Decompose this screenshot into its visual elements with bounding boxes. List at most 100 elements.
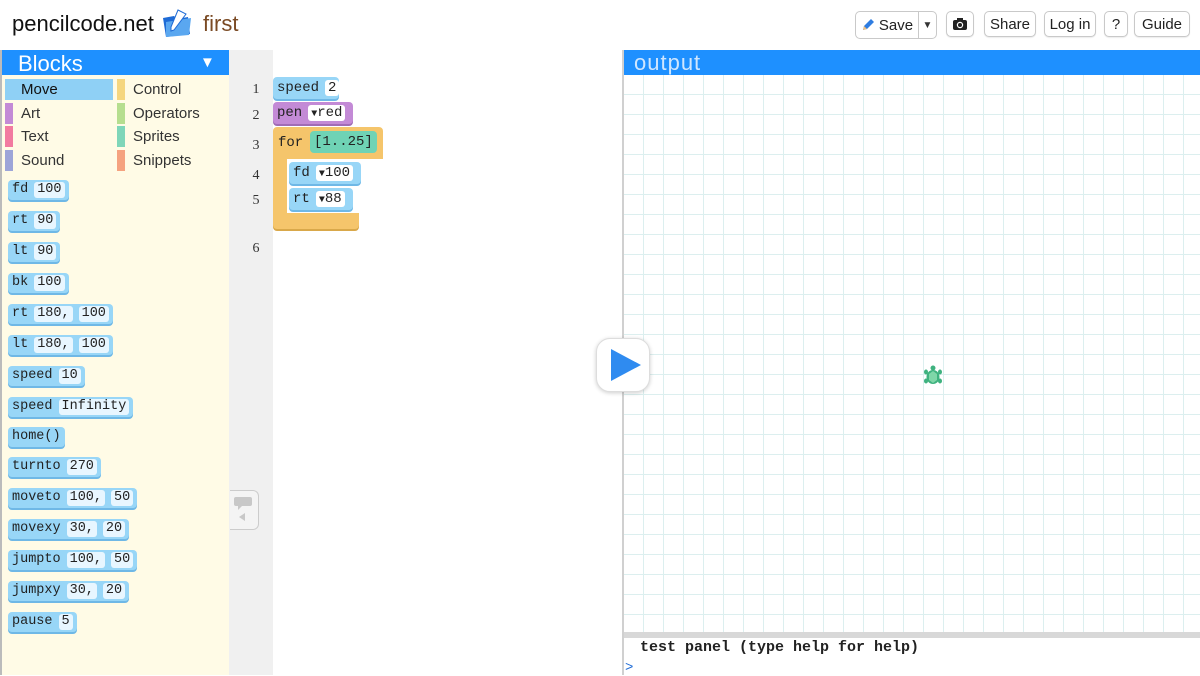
palette-block-moveto[interactable]: moveto 100, 50: [8, 488, 138, 508]
block-command: jumpxy: [12, 583, 61, 598]
palette-block-lt[interactable]: lt 90: [8, 242, 61, 262]
category-operators[interactable]: Operators: [117, 103, 225, 124]
block-command: rt: [12, 213, 29, 228]
range-block[interactable]: [1..25]: [310, 131, 377, 153]
block-command: speed: [12, 399, 53, 414]
block-command: for: [278, 135, 304, 151]
number-dropdown[interactable]: ▼88: [315, 191, 345, 207]
chat-bubble-icon: [234, 497, 252, 521]
block-arg: 270: [66, 459, 97, 475]
site-name[interactable]: pencilcode.net: [12, 11, 154, 37]
folder-icon[interactable]: [160, 8, 194, 40]
block-arg: Infinity: [58, 399, 130, 415]
block-command: home(): [12, 429, 61, 444]
login-button[interactable]: Log in: [1044, 11, 1096, 37]
test-panel-label: test panel (type help for help): [640, 639, 920, 656]
guide-button[interactable]: Guide: [1134, 11, 1190, 37]
block-command: lt: [12, 337, 29, 352]
block-command: speed: [277, 80, 320, 96]
block-arg: 100: [78, 306, 109, 322]
save-button[interactable]: Save: [856, 12, 919, 38]
top-bar: pencilcode.net first Save ▼ Share Log in…: [0, 0, 1200, 50]
category-sprites[interactable]: Sprites: [117, 126, 225, 147]
block-command: movexy: [12, 521, 61, 536]
palette-header[interactable]: Blocks ▼: [2, 50, 231, 76]
category-art[interactable]: Art: [5, 103, 113, 124]
line-number: 4: [252, 168, 260, 183]
block-arg: 50: [111, 552, 134, 568]
palette-block-movexy[interactable]: movexy 30, 20: [8, 519, 130, 539]
number-value: 100: [324, 165, 351, 181]
block-command: fd: [12, 182, 29, 197]
run-button[interactable]: [596, 338, 650, 392]
block-command: moveto: [12, 490, 61, 505]
block-command: jumpto: [12, 552, 61, 567]
camera-icon: [953, 18, 967, 30]
file-name[interactable]: first: [203, 11, 238, 37]
category-snippets[interactable]: Snippets: [117, 150, 225, 171]
block-arg: 20: [102, 521, 126, 537]
palette-block-rt[interactable]: rt 90: [8, 211, 61, 231]
block-command: rt: [12, 306, 29, 321]
category-control[interactable]: Control: [117, 79, 225, 100]
palette-block-jumpxy[interactable]: jumpxy 30, 20: [8, 581, 130, 601]
line-number: 3: [252, 138, 260, 153]
line-number: 5: [252, 193, 260, 208]
block-arg: 100,: [66, 552, 106, 568]
block-command: rt: [293, 191, 310, 207]
screenshot-button[interactable]: [946, 11, 974, 37]
block-command: lt: [12, 244, 29, 259]
block-arg: 5: [58, 614, 73, 630]
block-command: speed: [12, 368, 53, 383]
code-block-fd[interactable]: fd ▼100: [289, 162, 361, 184]
share-button[interactable]: Share: [984, 11, 1036, 37]
console-prompt[interactable]: >: [625, 660, 633, 676]
play-icon: [611, 349, 641, 381]
output-title: output: [634, 50, 702, 75]
block-command: turnto: [12, 459, 61, 474]
block-command: bk: [12, 275, 29, 290]
palette-block-jumpto[interactable]: jumpto 100, 50: [8, 550, 138, 570]
block-arg: 50: [111, 490, 134, 506]
palette-block-bk[interactable]: bk 100: [8, 273, 69, 293]
palette-block-turnto[interactable]: turnto 270: [8, 457, 101, 477]
line-number: 6: [252, 241, 260, 256]
category-move[interactable]: Move: [5, 79, 113, 100]
line-number: 2: [252, 108, 260, 123]
output-canvas[interactable]: [624, 75, 1200, 632]
block-arg: 100: [34, 275, 65, 291]
palette-block-home[interactable]: home(): [8, 427, 65, 447]
save-label: Save: [878, 16, 914, 34]
collapse-panel-tab[interactable]: [230, 490, 259, 530]
for-loop-spine: [273, 159, 287, 213]
palette-collapse-icon[interactable]: ▼: [200, 54, 215, 71]
output-header: [624, 50, 1200, 75]
line-number: 1: [252, 82, 260, 97]
palette-block-speed[interactable]: speed Infinity: [8, 397, 134, 417]
block-command: fd: [293, 165, 310, 181]
color-dropdown[interactable]: ▼red: [308, 105, 346, 121]
caret-down-icon[interactable]: ▼: [919, 12, 936, 38]
block-arg: 90: [34, 213, 57, 229]
block-arg: 180,: [34, 306, 73, 322]
palette-title: Blocks: [18, 51, 83, 76]
number-dropdown[interactable]: ▼100: [315, 165, 354, 181]
code-block-rt[interactable]: rt ▼88: [289, 188, 353, 210]
help-button[interactable]: ?: [1104, 11, 1128, 37]
palette-block-pause[interactable]: pause 5: [8, 612, 77, 632]
category-text[interactable]: Text: [5, 126, 113, 147]
save-button-group: Save ▼: [855, 11, 937, 39]
category-sound[interactable]: Sound: [5, 150, 113, 171]
code-block-speed[interactable]: speed 2: [273, 77, 340, 99]
block-arg: 100: [34, 182, 65, 198]
palette-block-speed[interactable]: speed 10: [8, 366, 85, 386]
palette-block-lt[interactable]: lt 180, 100: [8, 335, 113, 355]
palette-block-rt[interactable]: rt 180, 100: [8, 304, 113, 324]
palette-block-fd[interactable]: fd 100: [8, 180, 69, 200]
block-arg: 10: [58, 368, 81, 384]
block-command: pause: [12, 614, 53, 629]
code-block-pen[interactable]: pen ▼red: [273, 102, 353, 124]
color-value: red: [317, 105, 343, 121]
block-arg: 30,: [66, 521, 97, 537]
block-arg[interactable]: 2: [325, 80, 340, 96]
